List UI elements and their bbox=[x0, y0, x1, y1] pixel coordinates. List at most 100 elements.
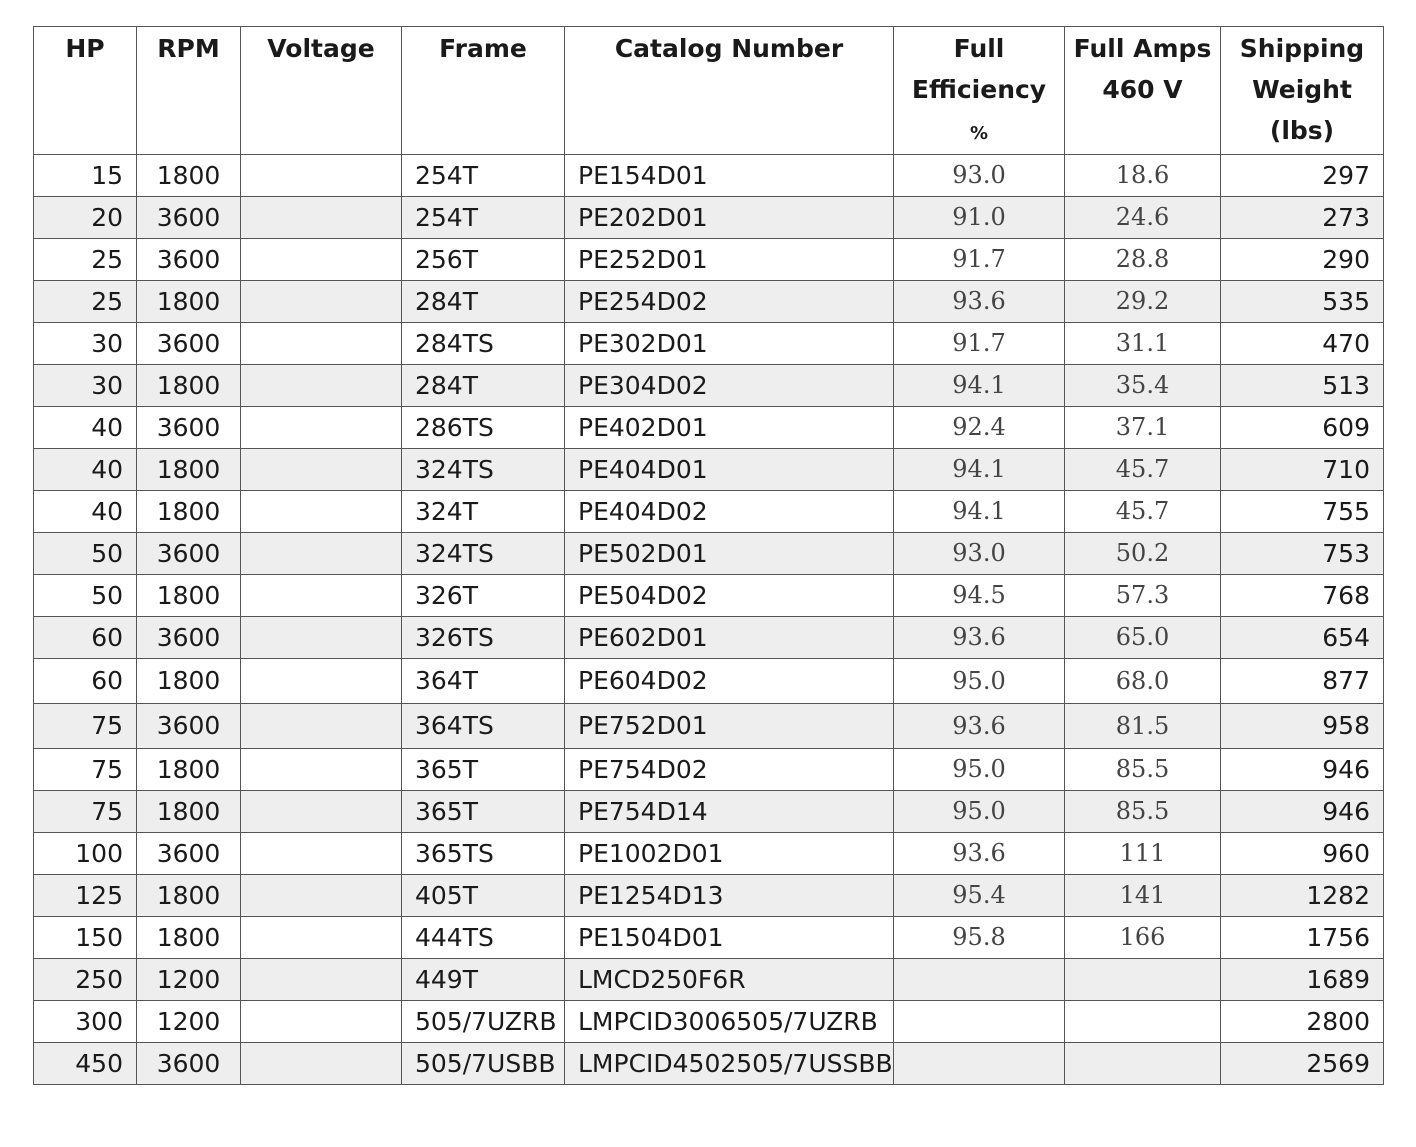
cell-catalog-number: PE752D01 bbox=[564, 703, 894, 749]
cell-full-amps: 45.7 bbox=[1064, 448, 1221, 491]
cell-rpm: 3600 bbox=[136, 196, 241, 239]
table-row: 250 1200 449T LMCD250F6R 1689 bbox=[33, 958, 1384, 1001]
cell-shipping-weight: 946 bbox=[1220, 748, 1384, 791]
cell-voltage bbox=[240, 616, 402, 659]
cell-efficiency: 93.6 bbox=[893, 280, 1065, 323]
cell-shipping-weight: 609 bbox=[1220, 406, 1384, 449]
cell-hp: 125 bbox=[33, 874, 137, 917]
header-full-amps: Full Amps 460 V bbox=[1064, 26, 1221, 155]
table-row: 40 1800 324TS PE404D01 94.1 45.7 710 bbox=[33, 448, 1384, 491]
table-row: 75 1800 365T PE754D02 95.0 85.5 946 bbox=[33, 748, 1384, 791]
cell-hp: 25 bbox=[33, 280, 137, 323]
table-row: 100 3600 365TS PE1002D01 93.6 111 960 bbox=[33, 832, 1384, 875]
cell-frame: 365T bbox=[401, 790, 565, 833]
cell-voltage bbox=[240, 658, 402, 704]
cell-frame: 324T bbox=[401, 490, 565, 533]
cell-catalog-number: PE202D01 bbox=[564, 196, 894, 239]
cell-hp: 20 bbox=[33, 196, 137, 239]
table-row: 75 3600 364TS PE752D01 93.6 81.5 958 bbox=[33, 703, 1384, 749]
cell-rpm: 1800 bbox=[136, 490, 241, 533]
cell-rpm: 1800 bbox=[136, 364, 241, 407]
cell-hp: 150 bbox=[33, 916, 137, 959]
table-row: 30 3600 284TS PE302D01 91.7 31.1 470 bbox=[33, 322, 1384, 365]
cell-frame: 326TS bbox=[401, 616, 565, 659]
cell-hp: 30 bbox=[33, 322, 137, 365]
table-row: 150 1800 444TS PE1504D01 95.8 166 1756 bbox=[33, 916, 1384, 959]
cell-full-amps: 57.3 bbox=[1064, 574, 1221, 617]
cell-shipping-weight: 753 bbox=[1220, 532, 1384, 575]
cell-catalog-number: PE402D01 bbox=[564, 406, 894, 449]
cell-voltage bbox=[240, 832, 402, 875]
cell-rpm: 1800 bbox=[136, 874, 241, 917]
cell-shipping-weight: 654 bbox=[1220, 616, 1384, 659]
cell-rpm: 3600 bbox=[136, 238, 241, 281]
cell-hp: 50 bbox=[33, 532, 137, 575]
cell-shipping-weight: 470 bbox=[1220, 322, 1384, 365]
cell-catalog-number: PE602D01 bbox=[564, 616, 894, 659]
cell-full-amps: 85.5 bbox=[1064, 748, 1221, 791]
motor-spec-table: HP RPM Voltage Frame Catalog Number Full… bbox=[33, 26, 1384, 1085]
cell-efficiency: 92.4 bbox=[893, 406, 1065, 449]
table-body: 15 1800 254T PE154D01 93.0 18.6 297 20 3600 254T P… bbox=[33, 154, 1384, 1085]
cell-rpm: 3600 bbox=[136, 406, 241, 449]
table-row: 40 1800 324T PE404D02 94.1 45.7 755 bbox=[33, 490, 1384, 533]
cell-frame: 505/7UZRB bbox=[401, 1000, 565, 1043]
cell-full-amps: 35.4 bbox=[1064, 364, 1221, 407]
cell-efficiency: 93.6 bbox=[893, 616, 1065, 659]
cell-catalog-number: PE502D01 bbox=[564, 532, 894, 575]
cell-rpm: 3600 bbox=[136, 832, 241, 875]
table-row: 450 3600 505/7USBB LMPCID4502505/7USSBB 2569 bbox=[33, 1042, 1384, 1085]
cell-voltage bbox=[240, 748, 402, 791]
header-hp: HP bbox=[33, 26, 137, 155]
cell-catalog-number: PE404D01 bbox=[564, 448, 894, 491]
cell-shipping-weight: 1689 bbox=[1220, 958, 1384, 1001]
cell-hp: 60 bbox=[33, 616, 137, 659]
cell-rpm: 1800 bbox=[136, 658, 241, 704]
cell-full-amps: 68.0 bbox=[1064, 658, 1221, 704]
table-row: 50 3600 324TS PE502D01 93.0 50.2 753 bbox=[33, 532, 1384, 575]
table-row: 125 1800 405T PE1254D13 95.4 141 1282 bbox=[33, 874, 1384, 917]
header-row: HP RPM Voltage Frame Catalog Number Full… bbox=[33, 26, 1384, 155]
cell-shipping-weight: 768 bbox=[1220, 574, 1384, 617]
cell-full-amps: 85.5 bbox=[1064, 790, 1221, 833]
header-voltage: Voltage bbox=[240, 26, 402, 155]
cell-catalog-number: PE252D01 bbox=[564, 238, 894, 281]
cell-efficiency: 95.0 bbox=[893, 658, 1065, 704]
cell-full-amps: 37.1 bbox=[1064, 406, 1221, 449]
table-row: 25 1800 284T PE254D02 93.6 29.2 535 bbox=[33, 280, 1384, 323]
cell-rpm: 3600 bbox=[136, 532, 241, 575]
cell-efficiency: 94.1 bbox=[893, 448, 1065, 491]
cell-shipping-weight: 290 bbox=[1220, 238, 1384, 281]
cell-frame: 449T bbox=[401, 958, 565, 1001]
cell-full-amps: 166 bbox=[1064, 916, 1221, 959]
cell-catalog-number: PE1504D01 bbox=[564, 916, 894, 959]
cell-voltage bbox=[240, 196, 402, 239]
cell-shipping-weight: 535 bbox=[1220, 280, 1384, 323]
cell-catalog-number: PE154D01 bbox=[564, 154, 894, 197]
table-row: 300 1200 505/7UZRB LMPCID3006505/7UZRB 2800 bbox=[33, 1000, 1384, 1043]
cell-rpm: 3600 bbox=[136, 703, 241, 749]
cell-full-amps: 50.2 bbox=[1064, 532, 1221, 575]
cell-full-amps: 65.0 bbox=[1064, 616, 1221, 659]
cell-frame: 284T bbox=[401, 364, 565, 407]
cell-hp: 50 bbox=[33, 574, 137, 617]
cell-shipping-weight: 755 bbox=[1220, 490, 1384, 533]
cell-efficiency: 94.1 bbox=[893, 364, 1065, 407]
cell-frame: 284TS bbox=[401, 322, 565, 365]
cell-catalog-number: PE302D01 bbox=[564, 322, 894, 365]
cell-rpm: 1800 bbox=[136, 448, 241, 491]
cell-hp: 25 bbox=[33, 238, 137, 281]
cell-full-amps: 111 bbox=[1064, 832, 1221, 875]
table-row: 60 1800 364T PE604D02 95.0 68.0 877 bbox=[33, 658, 1384, 704]
cell-catalog-number: PE404D02 bbox=[564, 490, 894, 533]
cell-shipping-weight: 1282 bbox=[1220, 874, 1384, 917]
cell-voltage bbox=[240, 154, 402, 197]
cell-voltage bbox=[240, 916, 402, 959]
cell-catalog-number: PE1002D01 bbox=[564, 832, 894, 875]
cell-shipping-weight: 946 bbox=[1220, 790, 1384, 833]
table-row: 30 1800 284T PE304D02 94.1 35.4 513 bbox=[33, 364, 1384, 407]
cell-voltage bbox=[240, 364, 402, 407]
cell-full-amps: 29.2 bbox=[1064, 280, 1221, 323]
header-efficiency-word: Efficiency bbox=[911, 75, 1047, 104]
cell-hp: 30 bbox=[33, 364, 137, 407]
